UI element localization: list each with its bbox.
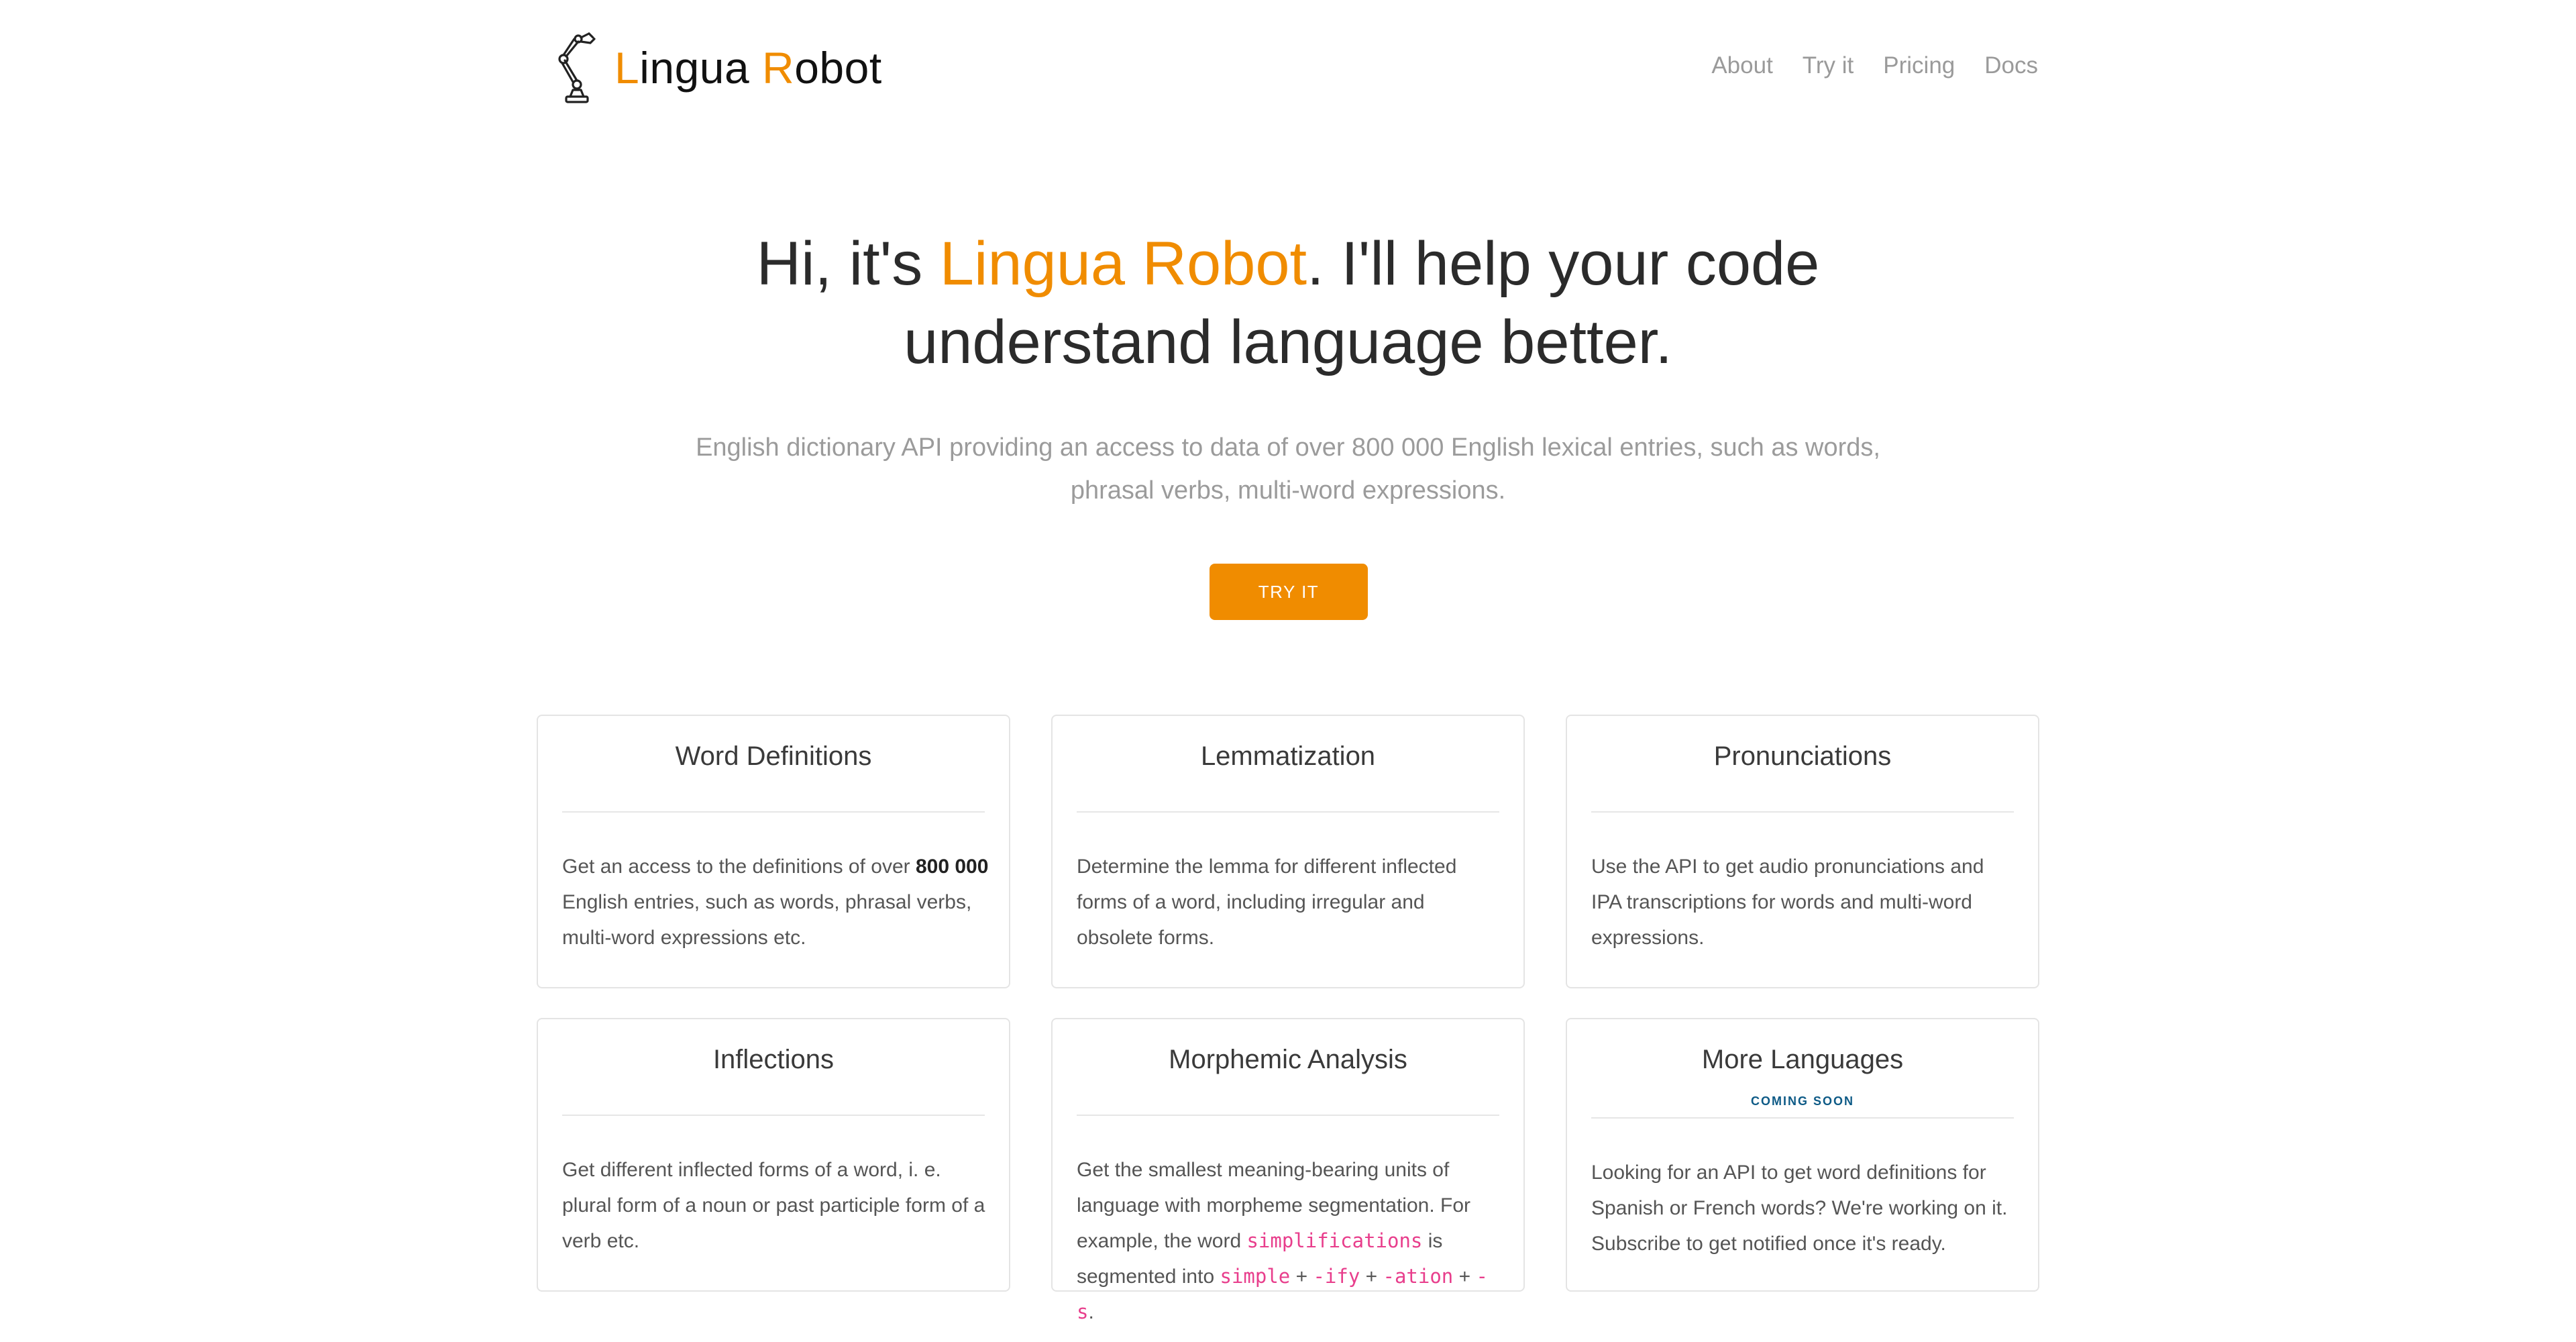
card-title: Morphemic Analysis (1169, 1045, 1407, 1074)
card-body: Get an access to the definitions of over… (562, 849, 989, 956)
card-divider (1077, 811, 1499, 813)
card-divider (1591, 1117, 2014, 1119)
card-body: Get different inflected forms of a word,… (562, 1159, 985, 1252)
logo-letter-l: L (614, 43, 640, 93)
hero-title-part: . I'll help your code (1307, 229, 1820, 298)
hero-title-line2: understand language better. (904, 308, 1672, 376)
code-morpheme: -ify (1313, 1265, 1360, 1288)
card-body-bold: 800 000 (915, 856, 989, 878)
card-morphemic-analysis: Morphemic Analysis Get the smallest mean… (1051, 1018, 1525, 1323)
hero-subtitle-line1: English dictionary API providing an acce… (696, 433, 1880, 462)
card-title: Lemmatization (1200, 741, 1376, 771)
card-divider (562, 811, 985, 813)
logo-link[interactable]: Lingua Robot (555, 31, 882, 105)
hero-title: Hi, it's Lingua Robot. I'll help your co… (537, 225, 2039, 382)
site-header: Lingua Robot About Try it Pricing Docs (537, 0, 2039, 134)
card-body-text: . (1088, 1301, 1094, 1323)
code-morpheme: -ation (1383, 1265, 1454, 1288)
nav-docs[interactable]: Docs (1984, 52, 2038, 79)
nav-try-it[interactable]: Try it (1803, 52, 1854, 79)
card-more-languages: More Languages COMING SOON Looking for a… (1566, 1018, 2039, 1292)
code-word: simplifications (1246, 1229, 1423, 1252)
main-nav: About Try it Pricing Docs (1711, 52, 2038, 79)
coming-soon-badge: COMING SOON (1750, 1094, 1854, 1108)
hero-subtitle: English dictionary API providing an acce… (671, 426, 1905, 512)
card-title: Inflections (712, 1045, 835, 1074)
card-title: Pronunciations (1713, 741, 1892, 771)
card-body: Get the smallest meaning-bearing units o… (1077, 1152, 1503, 1330)
nav-pricing[interactable]: Pricing (1883, 52, 1955, 79)
card-divider (1591, 811, 2014, 813)
card-title: Word Definitions (675, 741, 872, 771)
plus-sign: + (1360, 1266, 1383, 1288)
card-title: More Languages (1701, 1045, 1904, 1074)
card-divider (1077, 1115, 1499, 1116)
card-body: Use the API to get audio pronunciations … (1591, 856, 1984, 949)
logo-part: ingua (639, 43, 763, 93)
card-body-text: English entries, such as words, phrasal … (562, 891, 972, 949)
card-pronunciations: Pronunciations Use the API to get audio … (1566, 715, 2039, 988)
card-divider (562, 1115, 985, 1116)
card-inflections: Inflections Get different inflected form… (537, 1018, 1010, 1292)
hero-subtitle-line2: phrasal verbs, multi-word expressions. (1070, 476, 1506, 505)
card-body: Looking for an API to get word definitio… (1591, 1162, 2008, 1255)
card-lemmatization: Lemmatization Determine the lemma for di… (1051, 715, 1525, 988)
card-body: Determine the lemma for different inflec… (1077, 856, 1457, 949)
plus-sign: + (1453, 1266, 1477, 1288)
hero-title-brand: Lingua Robot (939, 229, 1307, 298)
plus-sign: + (1290, 1266, 1313, 1288)
logo-text: Lingua Robot (614, 42, 882, 93)
logo-part: obot (794, 43, 882, 93)
robot-arm-icon (558, 32, 596, 103)
card-body-text: Get an access to the definitions of over (562, 856, 916, 878)
hero-title-part: Hi, it's (756, 229, 940, 298)
code-morpheme: simple (1220, 1265, 1291, 1288)
logo-letter-r: R (762, 43, 795, 93)
try-it-button[interactable]: TRY IT (1210, 564, 1368, 620)
card-word-definitions: Word Definitions Get an access to the de… (537, 715, 1010, 988)
nav-about[interactable]: About (1711, 52, 1772, 79)
